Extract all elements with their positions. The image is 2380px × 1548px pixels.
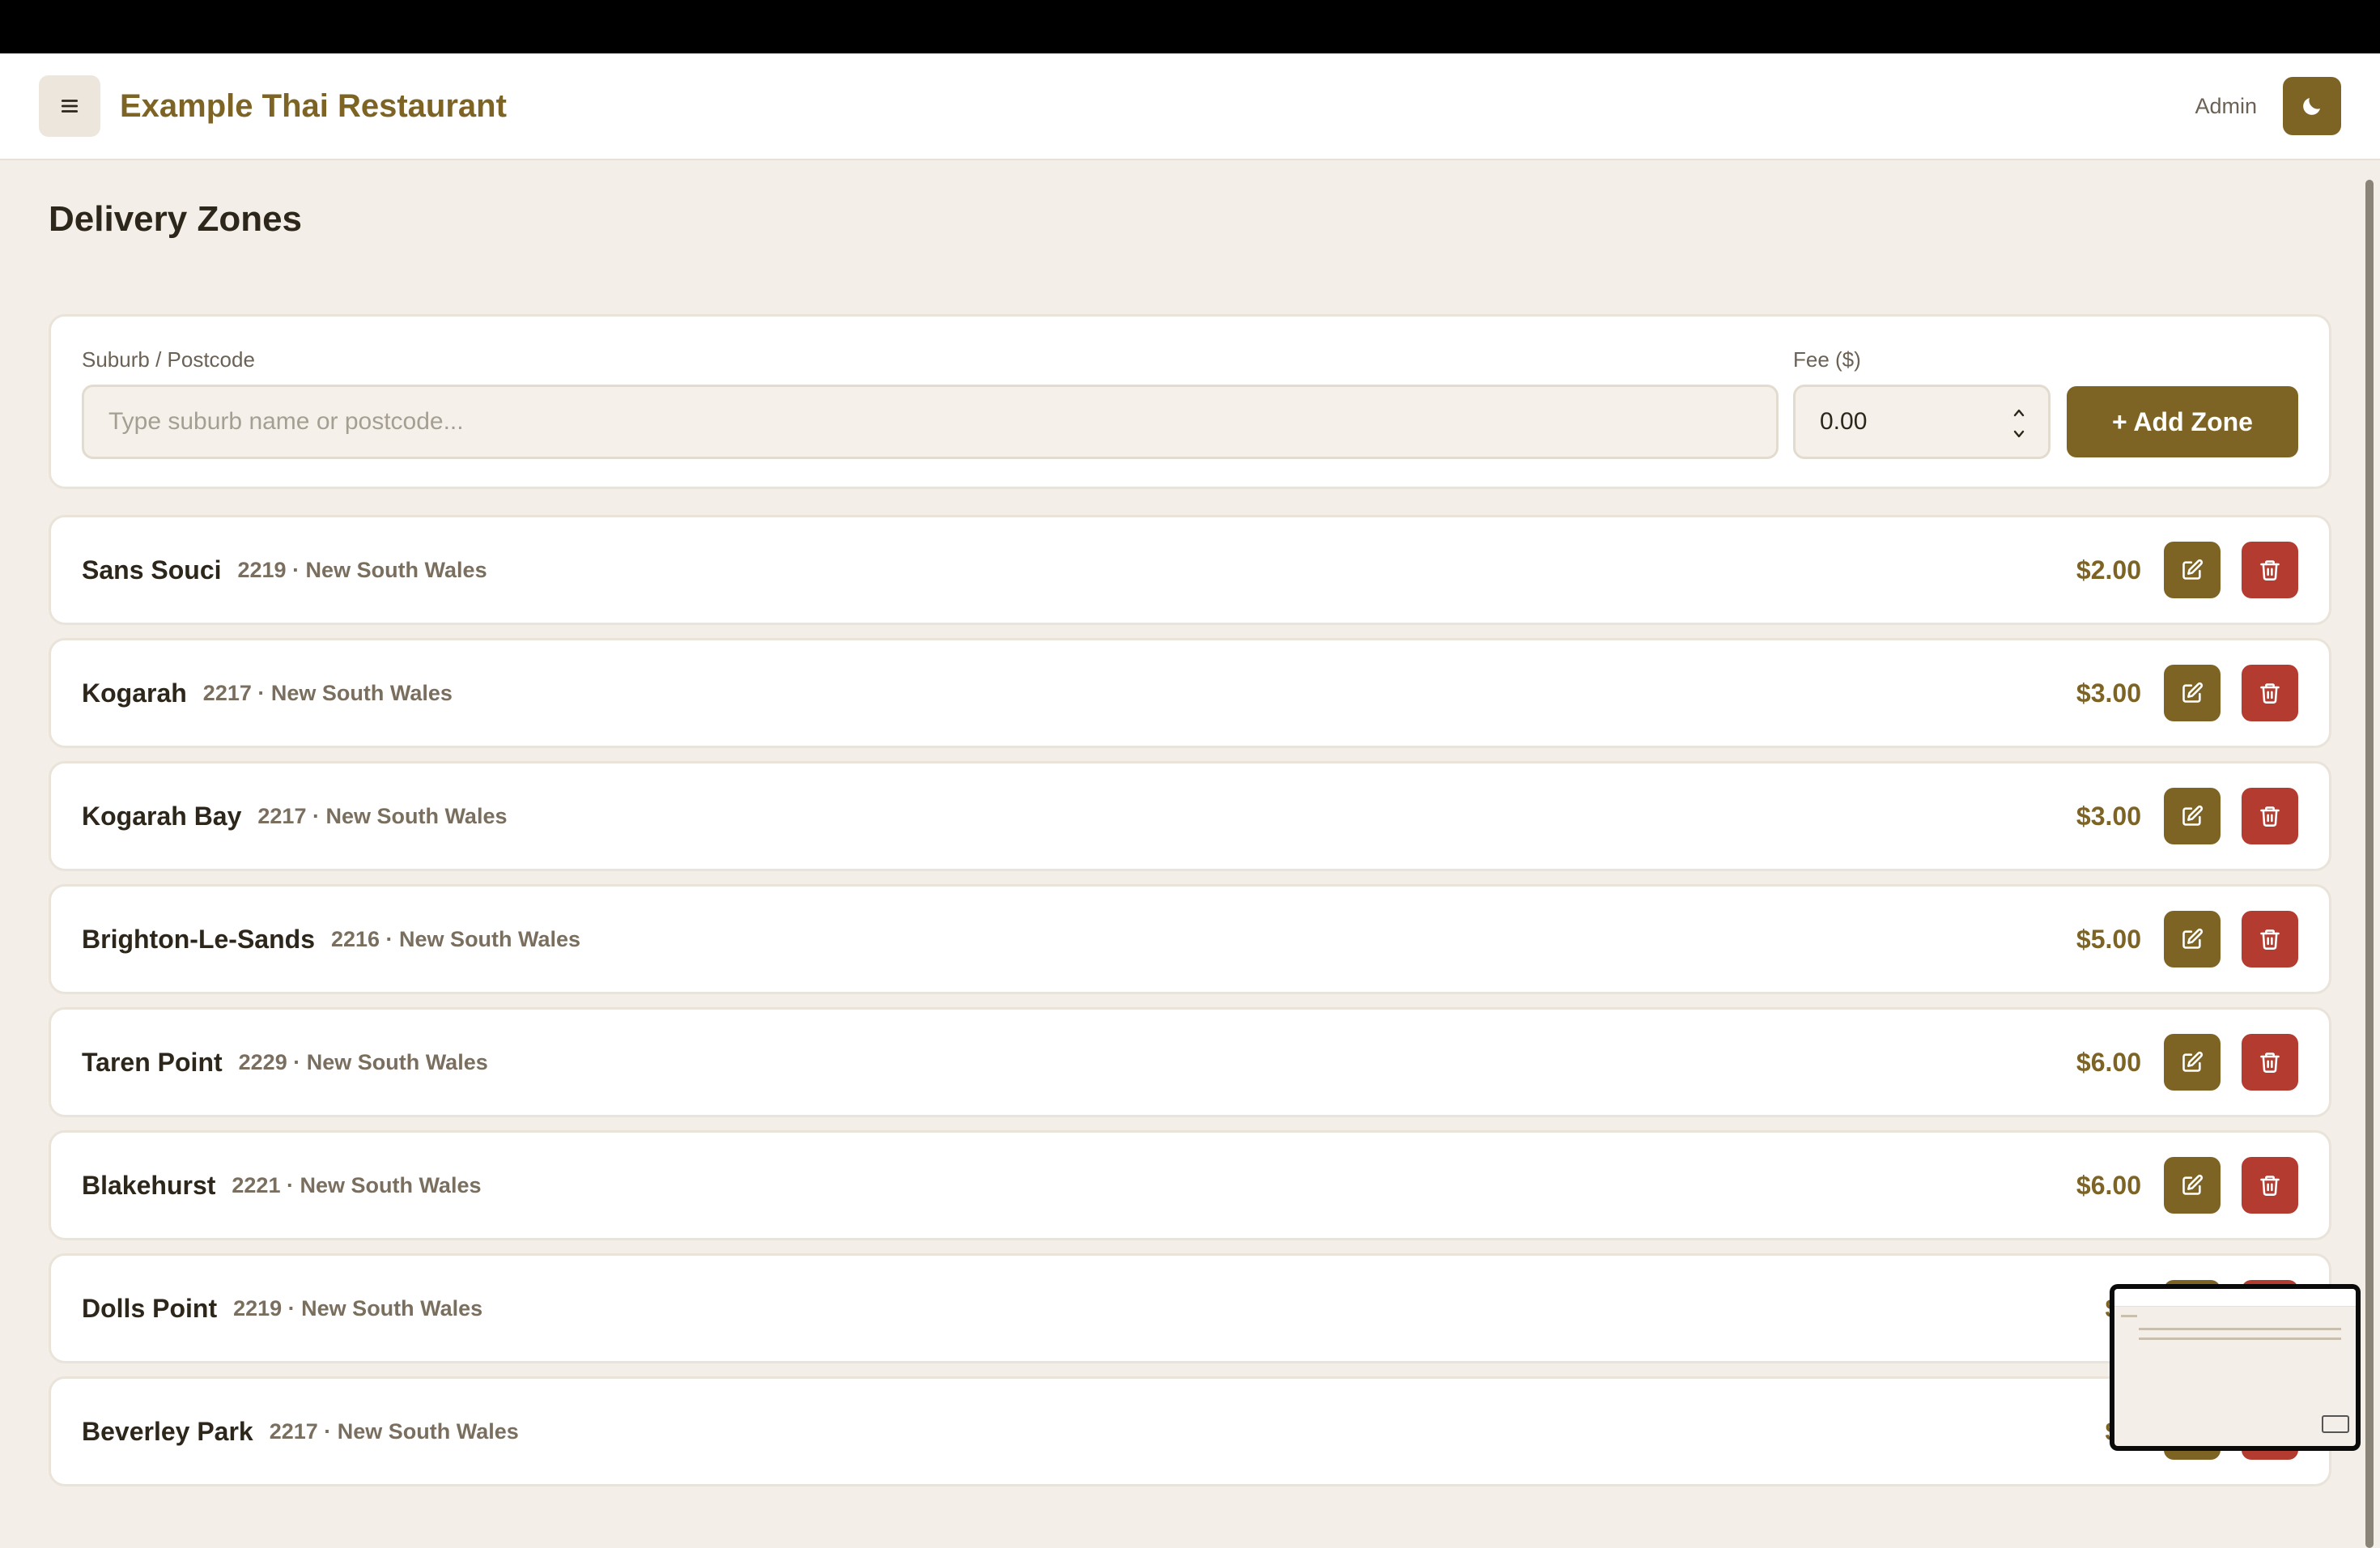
edit-zone-button[interactable]	[2164, 1157, 2221, 1214]
fee-value: 0.00	[1820, 408, 1868, 435]
zone-card: Kogarah 2217 · New South Wales $3.00	[49, 638, 2331, 748]
edit-zone-button[interactable]	[2164, 788, 2221, 844]
delete-zone-button[interactable]	[2242, 788, 2298, 844]
trash-icon	[2259, 1174, 2281, 1197]
picture-in-picture-preview[interactable]	[2110, 1284, 2361, 1451]
fee-label: Fee ($)	[1793, 347, 1861, 372]
delete-zone-button[interactable]	[2242, 665, 2298, 721]
zone-row: Kogarah 2217 · New South Wales $3.00	[51, 640, 2329, 746]
trash-icon	[2259, 928, 2281, 950]
zone-row: Sans Souci 2219 · New South Wales $2.00	[51, 517, 2329, 623]
zone-fee: $2.00	[2076, 555, 2141, 585]
zone-row: Dolls Point2219 · New South Wales$2.	[51, 1256, 2329, 1361]
trash-icon	[2259, 559, 2281, 581]
hamburger-icon	[61, 100, 79, 113]
zone-name: Beverley Park	[82, 1416, 253, 1446]
edit-icon	[2181, 928, 2204, 950]
zone-fee: $3.00	[2076, 678, 2141, 708]
header-right: Admin	[2195, 77, 2341, 135]
zone-meta: 2219 · New South Wales	[233, 1295, 483, 1320]
zone-card: Kogarah Bay 2217 · New South Wales $3.00	[49, 761, 2331, 871]
zone-name: Taren Point	[82, 1047, 223, 1077]
zone-fee: $6.00	[2076, 1047, 2141, 1077]
page-title: Delivery Zones	[49, 199, 303, 239]
zone-name: Kogarah Bay	[82, 801, 242, 831]
edit-icon	[2181, 1051, 2204, 1074]
delete-zone-button[interactable]	[2242, 911, 2298, 968]
theme-toggle-button[interactable]	[2283, 77, 2341, 135]
app-title: Example Thai Restaurant	[120, 87, 507, 124]
suburb-input[interactable]	[82, 385, 1779, 459]
preview-line	[2139, 1337, 2341, 1340]
delete-zone-button[interactable]	[2242, 542, 2298, 598]
zone-meta: 2221 · New South Wales	[232, 1172, 482, 1197]
trash-icon	[2259, 1051, 2281, 1074]
edit-icon	[2181, 1174, 2204, 1197]
preview-line	[2121, 1315, 2137, 1317]
delete-zone-button[interactable]	[2242, 1157, 2298, 1214]
edit-zone-button[interactable]	[2164, 1034, 2221, 1091]
edit-icon	[2181, 559, 2204, 581]
system-top-bar	[0, 0, 2380, 53]
zone-fee: $3.00	[2076, 801, 2141, 831]
zone-meta: 2217 · New South Wales	[257, 803, 508, 828]
zone-meta: 2217 · New South Wales	[202, 680, 453, 705]
edit-icon	[2181, 805, 2204, 827]
zone-fee: $6.00	[2076, 1170, 2141, 1200]
zone-name: Blakehurst	[82, 1170, 216, 1200]
zone-name: Sans Souci	[82, 555, 222, 585]
chevron-down-icon[interactable]	[2012, 429, 2025, 439]
zone-card: Dolls Point2219 · New South Wales$2.	[49, 1253, 2331, 1363]
zone-card: Beverley Park2217 · New South Wales$2.	[49, 1376, 2331, 1486]
zone-meta: 2229 · New South Wales	[238, 1049, 488, 1074]
zone-card: Brighton-Le-Sands 2216 · New South Wales $…	[49, 884, 2331, 994]
preview-header	[2114, 1289, 2356, 1307]
zone-row: Beverley Park2217 · New South Wales$2.	[51, 1379, 2329, 1484]
user-label[interactable]: Admin	[2195, 94, 2257, 119]
zone-row: Brighton-Le-Sands 2216 · New South Wales $…	[51, 887, 2329, 992]
zone-meta: 2219 · New South Wales	[237, 557, 487, 582]
trash-icon	[2259, 805, 2281, 827]
edit-icon	[2181, 682, 2204, 704]
zone-card: Sans Souci 2219 · New South Wales $2.00	[49, 515, 2331, 625]
edit-zone-button[interactable]	[2164, 665, 2221, 721]
suburb-label: Suburb / Postcode	[82, 347, 255, 372]
chevron-up-icon[interactable]	[2012, 408, 2025, 418]
delete-zone-button[interactable]	[2242, 1034, 2298, 1091]
menu-button[interactable]	[39, 75, 100, 137]
preview-line	[2139, 1328, 2341, 1330]
add-zone-form: Suburb / Postcode Fee ($) 0.00 + Add Zon…	[49, 314, 2331, 489]
preview-screen	[2114, 1289, 2356, 1446]
zone-name: Brighton-Le-Sands	[82, 924, 315, 954]
edit-zone-button[interactable]	[2164, 911, 2221, 968]
app-header: Example Thai Restaurant Admin	[0, 53, 2380, 160]
zone-fee: $5.00	[2076, 924, 2141, 954]
zone-meta: 2217 · New South Wales	[269, 1418, 519, 1444]
scrollbar[interactable]	[2365, 180, 2374, 1548]
preview-window-icon	[2322, 1415, 2349, 1433]
trash-icon	[2259, 682, 2281, 704]
add-zone-button[interactable]: + Add Zone	[2067, 386, 2298, 457]
zone-name: Kogarah	[82, 678, 187, 708]
edit-zone-button[interactable]	[2164, 542, 2221, 598]
zone-meta: 2216 · New South Wales	[330, 926, 581, 951]
zone-row: Blakehurst 2221 · New South Wales $6.00	[51, 1133, 2329, 1238]
zone-name: Dolls Point	[82, 1293, 218, 1323]
zone-card: Taren Point 2229 · New South Wales $6.00	[49, 1007, 2331, 1117]
zone-card: Blakehurst 2221 · New South Wales $6.00	[49, 1130, 2331, 1240]
moon-icon	[2303, 98, 2320, 115]
zone-row: Kogarah Bay 2217 · New South Wales $3.00	[51, 763, 2329, 869]
zone-row: Taren Point 2229 · New South Wales $6.00	[51, 1010, 2329, 1115]
fee-input[interactable]: 0.00	[1793, 385, 2051, 459]
fee-stepper[interactable]	[2011, 408, 2027, 439]
